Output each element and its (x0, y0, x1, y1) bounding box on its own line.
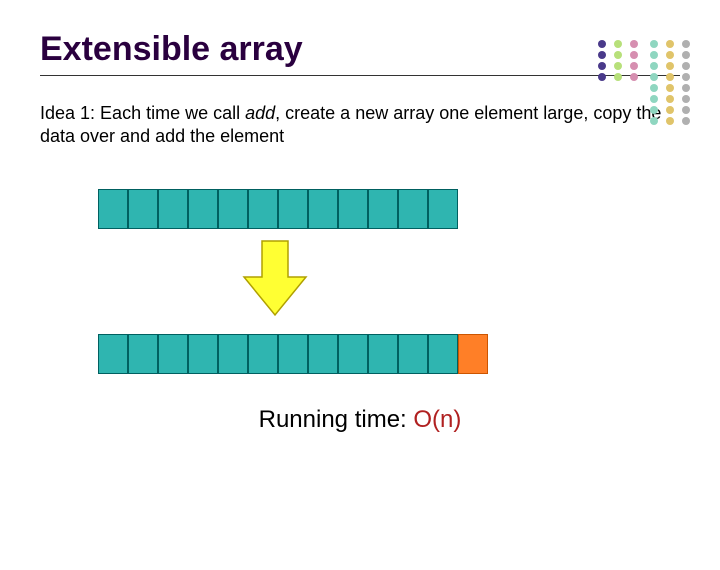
array-cell (308, 334, 338, 374)
array-cell (398, 189, 428, 229)
array-cell (248, 334, 278, 374)
idea-text: Idea 1: Each time we call add, create a … (40, 102, 680, 149)
corner-dot-decoration (596, 38, 706, 128)
array-before (98, 189, 720, 229)
running-time-value: O(n) (413, 406, 461, 433)
array-cell (278, 334, 308, 374)
idea-emph: add (245, 103, 275, 123)
array-cell (308, 189, 338, 229)
array-cell (428, 334, 458, 374)
array-cell (248, 189, 278, 229)
running-time: Running time: O(n) (0, 406, 720, 434)
array-cell (188, 334, 218, 374)
down-arrow-icon (240, 239, 720, 324)
array-cell (98, 189, 128, 229)
array-after (98, 334, 720, 374)
array-cell-new (458, 334, 488, 374)
array-cell (98, 334, 128, 374)
idea-prefix: Idea 1: Each time we call (40, 103, 245, 123)
array-cell (218, 334, 248, 374)
array-cell (368, 189, 398, 229)
array-cell (158, 189, 188, 229)
running-time-label: Running time: (259, 406, 414, 433)
array-cell (188, 189, 218, 229)
array-cell (368, 334, 398, 374)
array-cell (398, 334, 428, 374)
array-cell (338, 334, 368, 374)
array-cell (158, 334, 188, 374)
array-cell (428, 189, 458, 229)
array-cell (338, 189, 368, 229)
array-cell (128, 189, 158, 229)
array-cell (218, 189, 248, 229)
slide-title: Extensible array (40, 30, 680, 69)
title-rule: Extensible array (40, 30, 680, 76)
array-cell (128, 334, 158, 374)
array-cell (278, 189, 308, 229)
